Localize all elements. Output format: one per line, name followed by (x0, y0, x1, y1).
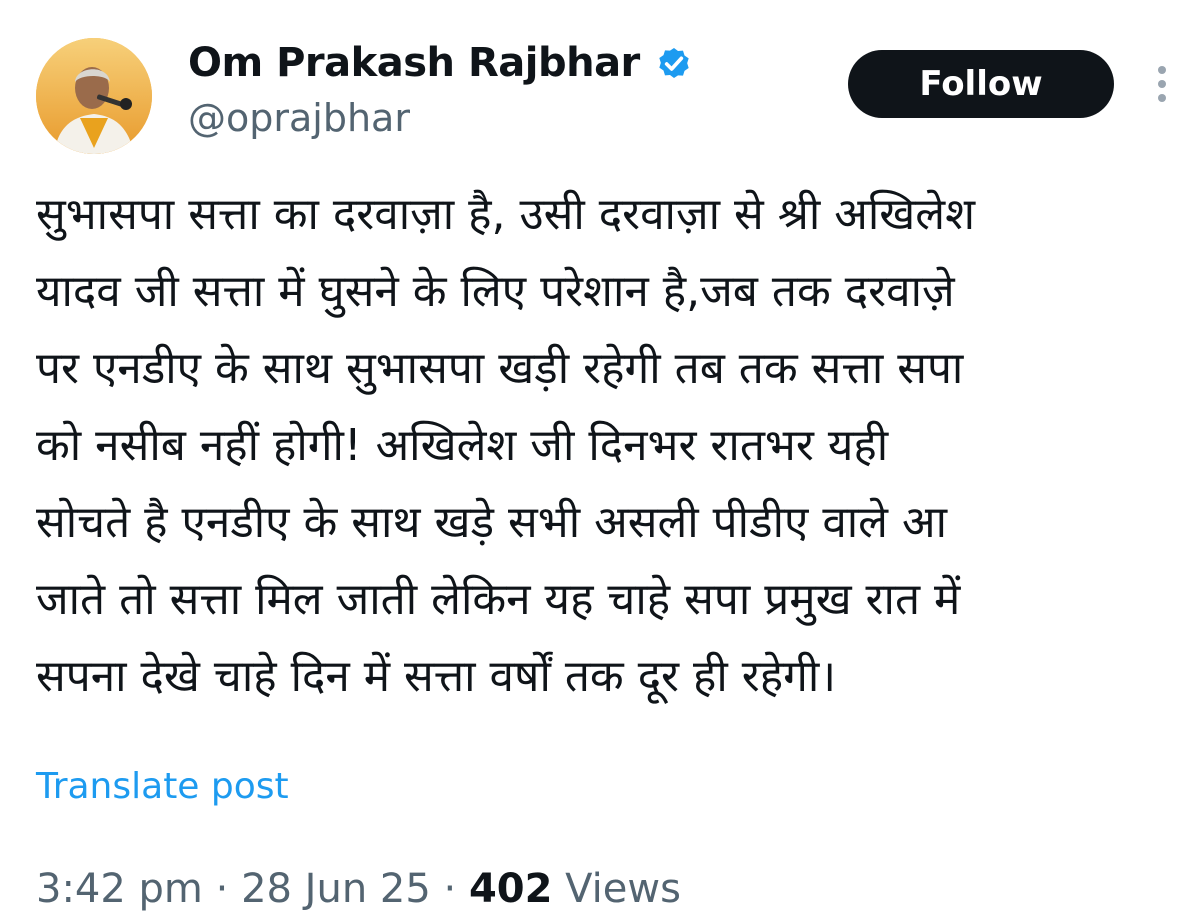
tweet-header: Om Prakash Rajbhar @oprajbhar Follow (0, 0, 1200, 160)
display-name[interactable]: Om Prakash Rajbhar (188, 40, 640, 86)
name-row: Om Prakash Rajbhar (188, 38, 694, 88)
user-handle[interactable]: @oprajbhar (188, 96, 694, 140)
tweet-meta: 3:42 pm · 28 Jun 25 · 402 Views (36, 866, 681, 912)
tweet-date[interactable]: 28 Jun 25 (241, 866, 431, 912)
translate-post-link[interactable]: Translate post (36, 766, 289, 807)
meta-separator: · (202, 866, 242, 912)
verified-badge-icon[interactable] (654, 43, 694, 83)
user-identity: Om Prakash Rajbhar @oprajbhar (188, 38, 694, 140)
views-label: Views (552, 866, 681, 912)
views-count: 402 (468, 866, 553, 912)
avatar-image (36, 38, 152, 154)
tweet-time[interactable]: 3:42 pm (36, 866, 203, 912)
follow-button[interactable]: Follow (848, 50, 1114, 118)
tweet-text: सुभासपा सत्ता का दरवाज़ा है, उसी दरवाज़ा… (36, 189, 975, 702)
meta-separator: · (430, 866, 469, 912)
avatar[interactable] (36, 38, 152, 154)
more-vertical-icon[interactable] (1150, 62, 1174, 106)
